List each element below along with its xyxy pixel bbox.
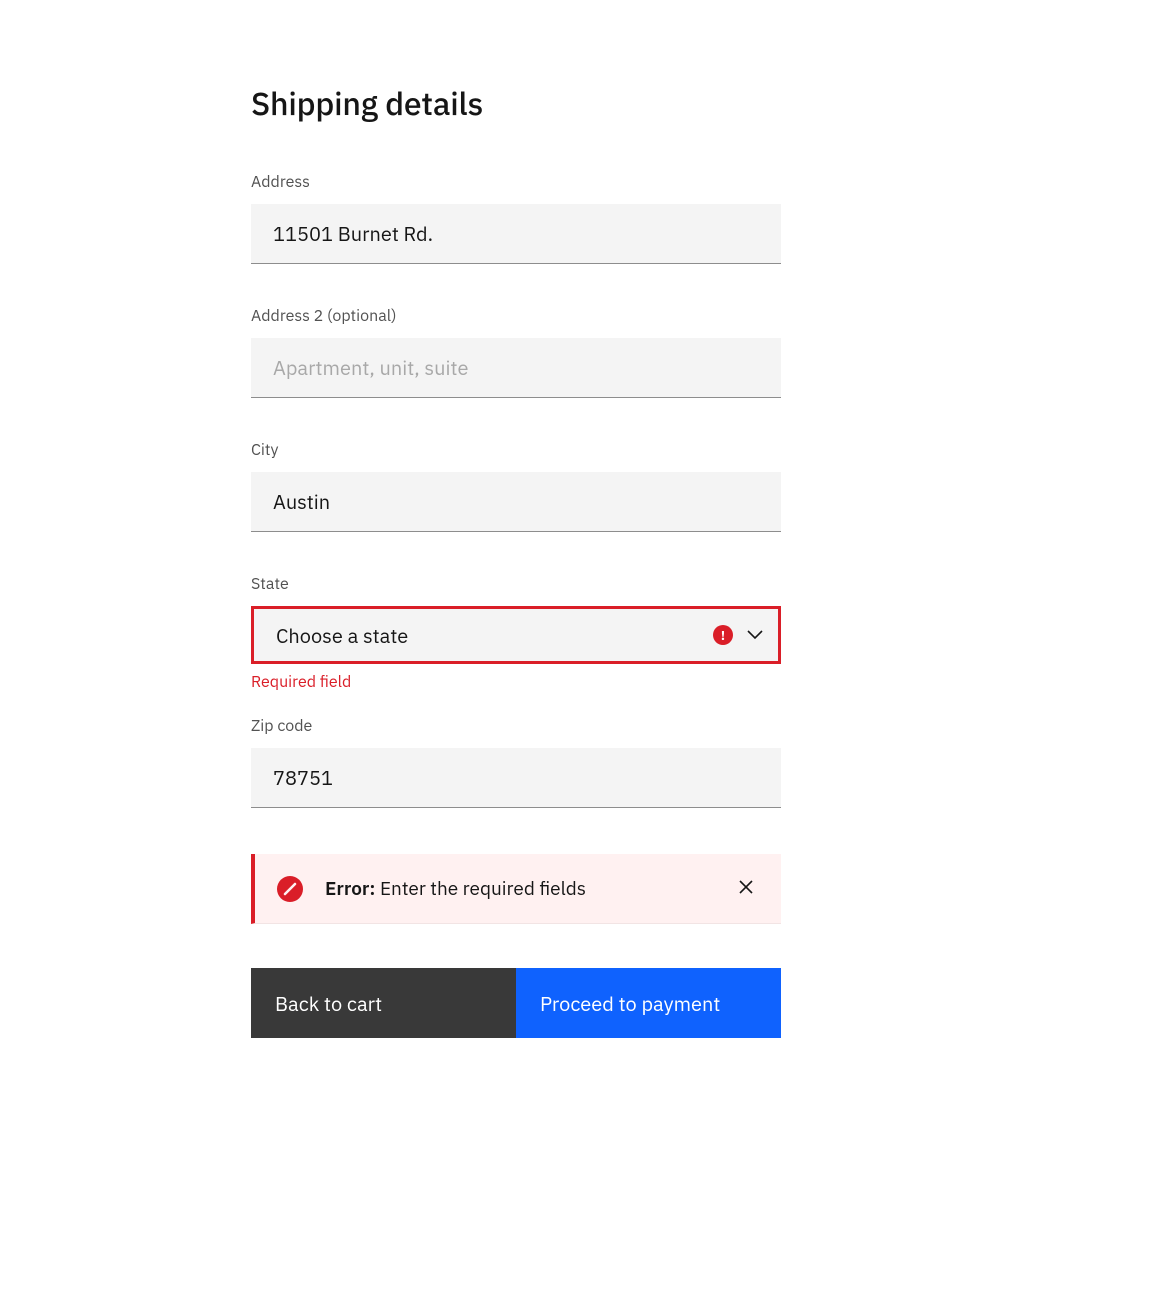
shipping-form: Shipping details Address Address 2 (opti…: [251, 82, 781, 1038]
state-dropdown-wrapper: Choose a state !: [251, 606, 781, 664]
state-field-group: State Choose a state ! Required field: [251, 574, 781, 692]
error-notification: Error: Enter the required fields: [251, 854, 781, 924]
proceed-to-payment-button[interactable]: Proceed to payment: [516, 968, 781, 1038]
state-label: State: [251, 574, 781, 594]
address-label: Address: [251, 172, 781, 192]
zip-field-group: Zip code: [251, 716, 781, 808]
state-selected-value: Choose a state: [276, 622, 408, 649]
button-row: Back to cart Proceed to payment: [251, 968, 781, 1038]
city-input[interactable]: [251, 472, 781, 532]
address-input[interactable]: [251, 204, 781, 264]
state-error-text: Required field: [251, 672, 781, 692]
notification-text: Error: Enter the required fields: [325, 877, 731, 901]
address2-field-group: Address 2 (optional): [251, 306, 781, 398]
error-icon: [277, 876, 303, 902]
city-field-group: City: [251, 440, 781, 532]
back-to-cart-button[interactable]: Back to cart: [251, 968, 516, 1038]
close-icon: [737, 878, 755, 899]
city-label: City: [251, 440, 781, 460]
zip-input[interactable]: [251, 748, 781, 808]
notification-close-button[interactable]: [731, 872, 761, 905]
notification-title: Error:: [325, 877, 375, 901]
address2-label: Address 2 (optional): [251, 306, 781, 326]
address2-input[interactable]: [251, 338, 781, 398]
state-dropdown[interactable]: Choose a state: [251, 606, 781, 664]
notification-message: Enter the required fields: [380, 877, 586, 901]
page-title: Shipping details: [251, 82, 781, 124]
zip-label: Zip code: [251, 716, 781, 736]
address-field-group: Address: [251, 172, 781, 264]
